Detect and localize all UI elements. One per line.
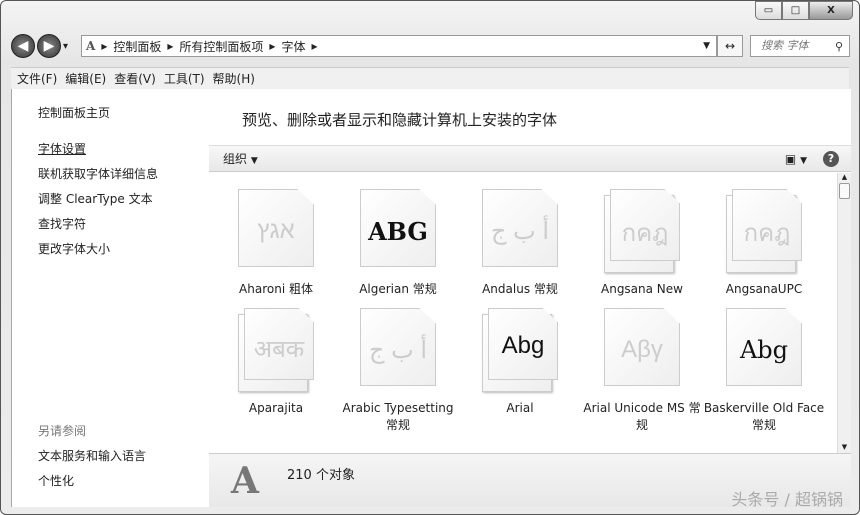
- font-sample: Abg: [739, 336, 789, 364]
- organize-button[interactable]: 组织 ▼: [223, 150, 258, 167]
- maximize-button[interactable]: □: [782, 1, 809, 20]
- font-sample: Aβγ: [621, 336, 663, 363]
- font-file-icon: أ ب ج: [482, 189, 558, 267]
- search-placeholder: 搜索 字体: [761, 39, 809, 52]
- organize-label: 组织: [223, 152, 248, 166]
- font-file-icon: أ ب ج: [360, 308, 436, 386]
- font-name: Arabic Typesetting 常规: [342, 401, 454, 432]
- font-tile[interactable]: Abg Baskerville Old Face 常规: [703, 308, 825, 434]
- font-file-icon: กคฎ: [604, 189, 680, 273]
- font-tile[interactable]: กคฎ Angsana New: [581, 189, 703, 298]
- font-name: Andalus 常规: [482, 282, 558, 296]
- font-file-icon: กคฎ: [726, 189, 802, 273]
- breadcrumb-sep-icon: ▸: [311, 39, 318, 53]
- font-tile[interactable]: กคฎ AngsanaUPC: [703, 189, 825, 298]
- font-file-icon: Abg: [482, 308, 558, 392]
- scroll-thumb[interactable]: [839, 183, 850, 199]
- menu-view[interactable]: 查看(V): [114, 70, 156, 87]
- breadcrumb-sep-icon: ▸: [167, 39, 174, 53]
- page-title: 预览、删除或者显示和隐藏计算机上安装的字体: [242, 111, 558, 129]
- scroll-up-icon[interactable]: ▲: [838, 173, 851, 181]
- sidebar-item-font-settings[interactable]: 字体设置: [38, 140, 86, 157]
- sidebar-item-online-info[interactable]: 联机获取字体详细信息: [38, 165, 158, 182]
- font-sample: अबक: [253, 336, 305, 363]
- sidebar-item-font-size[interactable]: 更改字体大小: [38, 240, 110, 257]
- search-icon[interactable]: ⚲: [835, 37, 843, 57]
- font-file-icon: ABG: [360, 189, 436, 267]
- font-name: Angsana New: [601, 282, 683, 296]
- address-dropdown-icon[interactable]: ▼: [703, 41, 710, 51]
- watermark: 头条号 / 超锅锅: [731, 490, 843, 509]
- font-sample: אגץ: [257, 217, 295, 244]
- font-sample: กคฎ: [621, 220, 669, 247]
- breadcrumb-sep-icon: ▸: [101, 39, 108, 53]
- history-dropdown[interactable]: ▾: [63, 41, 68, 52]
- font-file-icon: Abg: [726, 308, 802, 386]
- sidebar-item-cleartype[interactable]: 调整 ClearType 文本: [38, 190, 153, 207]
- font-sample: ABG: [368, 217, 428, 246]
- font-sample: กคฎ: [743, 220, 791, 247]
- sidebar-item-text-services[interactable]: 文本服务和输入语言: [38, 447, 146, 464]
- vertical-scrollbar[interactable]: ▲ ▼: [837, 173, 851, 453]
- fonts-folder-icon: A: [86, 39, 96, 53]
- menu-file[interactable]: 文件(F): [17, 70, 57, 87]
- font-tile[interactable]: Abg Arial: [459, 308, 581, 417]
- object-count: 210 个对象: [287, 468, 355, 483]
- font-sample: أ ب ج: [490, 218, 550, 245]
- menu-tools[interactable]: 工具(T): [164, 70, 205, 87]
- fonts-window: ▭ □ X ◀ ▶ ▾ A ▸ 控制面板 ▸ 所有控制面板项 ▸ 字体 ▸ ▼ …: [0, 0, 860, 515]
- font-file-icon: अबक: [238, 308, 314, 392]
- font-tile[interactable]: ABG Algerian 常规: [337, 189, 459, 298]
- menu-edit[interactable]: 编辑(E): [65, 70, 106, 87]
- help-icon[interactable]: ?: [823, 150, 839, 167]
- font-name: Baskerville Old Face 常规: [703, 401, 825, 432]
- breadcrumb-fonts[interactable]: 字体: [281, 38, 305, 55]
- font-name: Arial: [506, 401, 534, 415]
- font-tile[interactable]: अबक Aparajita: [215, 308, 337, 417]
- back-button[interactable]: ◀: [11, 34, 35, 58]
- font-tile[interactable]: אגץ Aharoni 粗体: [215, 189, 337, 298]
- sidebar-item-find-char[interactable]: 查找字符: [38, 215, 86, 232]
- font-tile[interactable]: أ ب ج Andalus 常规: [459, 189, 581, 298]
- close-button[interactable]: X: [809, 1, 853, 20]
- font-name: Aparajita: [248, 401, 304, 415]
- navigation-pane: 控制面板主页 字体设置 联机获取字体详细信息 调整 ClearType 文本 查…: [11, 89, 209, 507]
- address-bar[interactable]: A ▸ 控制面板 ▸ 所有控制面板项 ▸ 字体 ▸ ▼: [81, 35, 717, 57]
- content-pane: 预览、删除或者显示和隐藏计算机上安装的字体 组织 ▼ ▣ ▼ ? אגץ Aha…: [209, 89, 851, 509]
- see-also-title: 另请参阅: [38, 424, 87, 438]
- font-name: Algerian 常规: [359, 282, 437, 296]
- view-options-button[interactable]: ▣ ▼: [785, 152, 807, 166]
- font-name: Aharoni 粗体: [239, 282, 313, 296]
- menu-help[interactable]: 帮助(H): [213, 70, 255, 87]
- toolbar: 组织 ▼ ▣ ▼ ?: [209, 145, 851, 172]
- search-input[interactable]: 搜索 字体 ⚲: [750, 35, 850, 57]
- font-tile[interactable]: أ ب ج Arabic Typesetting 常规: [337, 308, 459, 434]
- breadcrumb-control-panel[interactable]: 控制面板: [113, 38, 161, 55]
- sidebar-item-personalize[interactable]: 个性化: [38, 472, 74, 489]
- sidebar-item-home[interactable]: 控制面板主页: [38, 104, 110, 121]
- font-sample: Abg: [501, 332, 545, 359]
- scroll-down-icon[interactable]: ▼: [838, 443, 851, 451]
- font-sample: أ ب ج: [368, 337, 428, 364]
- refresh-button[interactable]: ↔: [717, 35, 743, 57]
- font-file-icon: Aβγ: [604, 308, 680, 386]
- status-bar: A 210 个对象 头条号 / 超锅锅: [209, 453, 851, 509]
- menu-bar: 文件(F) 编辑(E) 查看(V) 工具(T) 帮助(H): [11, 67, 849, 89]
- forward-button[interactable]: ▶: [37, 34, 61, 58]
- fonts-folder-icon: A: [231, 460, 259, 502]
- font-name: Arial Unicode MS 常规: [583, 401, 701, 432]
- breadcrumb-sep-icon: ▸: [269, 39, 276, 53]
- minimize-button[interactable]: ▭: [755, 1, 782, 20]
- font-file-icon: אגץ: [238, 189, 314, 267]
- breadcrumb-all-items[interactable]: 所有控制面板项: [179, 38, 263, 55]
- font-tile[interactable]: Aβγ Arial Unicode MS 常规: [581, 308, 703, 434]
- font-name: AngsanaUPC: [725, 282, 803, 296]
- font-grid: אגץ Aharoni 粗体 ABG Algerian 常规 أ ب ج And…: [209, 173, 837, 453]
